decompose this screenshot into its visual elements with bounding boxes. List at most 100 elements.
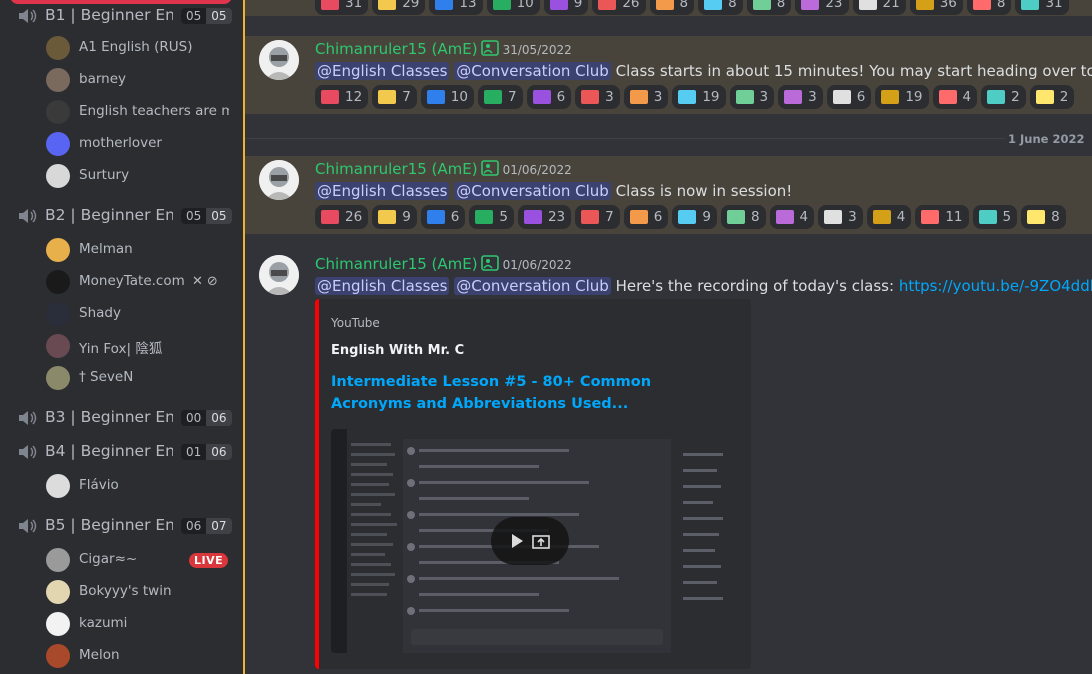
role-mention[interactable]: @Conversation Club [454, 182, 611, 200]
speaker-icon [19, 411, 37, 425]
reaction-chip[interactable]: 26 [315, 205, 369, 229]
member-name: motherlover [79, 135, 162, 151]
voice-member[interactable]: Surtury [46, 160, 238, 192]
reaction-chip[interactable]: 7 [477, 85, 523, 109]
play-button[interactable] [491, 517, 569, 565]
voice-member[interactable]: Cigar≈~ LIVE [46, 544, 238, 576]
reaction-chip[interactable]: 9 [372, 205, 417, 229]
voice-channel-name: B3 | Beginner En... [45, 408, 173, 426]
voice-member[interactable]: A1 English (RUS) [46, 32, 238, 64]
reaction-chip[interactable]: 9 [672, 205, 717, 229]
reaction-chip[interactable]: 3 [575, 85, 620, 109]
reaction-chip[interactable]: 6 [826, 85, 872, 109]
reaction-chip[interactable]: 10 [486, 0, 540, 15]
reaction-emoji-icon [629, 90, 648, 104]
reaction-chip[interactable]: 8 [1021, 205, 1066, 229]
voice-channel-b2[interactable]: B2 | Beginner En... 0505 [0, 200, 243, 232]
reaction-chip[interactable]: 8 [720, 205, 766, 229]
role-icon [480, 160, 499, 176]
reaction-chip[interactable]: 2 [981, 85, 1026, 109]
role-mention[interactable]: @Conversation Club [454, 62, 611, 80]
reaction-chip[interactable]: 9 [543, 0, 589, 15]
voice-channel-b5[interactable]: B5 | Beginner En... 0607 [0, 510, 243, 542]
reaction-chip[interactable]: 8 [966, 0, 1012, 15]
voice-member[interactable]: MoneyTate.com ✕⊘ [46, 266, 238, 298]
reaction-chip[interactable]: 3 [778, 85, 823, 109]
reaction-count: 7 [402, 89, 411, 105]
reaction-emoji-icon [858, 0, 877, 10]
message-author[interactable]: Chimanruler15 (AmE) 01/06/2022 [315, 255, 572, 273]
reaction-chip[interactable]: 4 [769, 205, 815, 229]
reaction-chip[interactable]: 7 [575, 205, 620, 229]
reaction-chip[interactable]: 13 [429, 0, 483, 15]
role-mention[interactable]: @English Classes [315, 62, 450, 80]
voice-member[interactable]: Melman [46, 234, 238, 266]
reaction-chip[interactable]: 3 [623, 85, 669, 109]
reaction-chip[interactable]: 6 [623, 205, 669, 229]
voice-member[interactable]: Melon [46, 640, 238, 672]
role-mention[interactable]: @Conversation Club [454, 277, 611, 295]
reaction-chip[interactable]: 31 [1015, 0, 1069, 15]
embed-author[interactable]: English With Mr. C [331, 343, 464, 358]
user-count-badge: 05 05 [181, 8, 232, 24]
reaction-chip[interactable]: 4 [866, 205, 912, 229]
voice-member[interactable]: Bokyyy's twin [46, 576, 238, 608]
reaction-chip[interactable]: 10 [420, 85, 474, 109]
user-avatar[interactable] [259, 255, 299, 295]
reaction-chip[interactable]: 26 [592, 0, 646, 15]
user-avatar[interactable] [259, 40, 299, 80]
reaction-chip[interactable]: 8 [746, 0, 792, 15]
voice-channel-b1[interactable]: B1 | Beginner En... 0505 [0, 0, 243, 32]
video-thumbnail[interactable] [331, 429, 731, 653]
role-mention[interactable]: @English Classes [315, 277, 450, 295]
voice-member[interactable]: motherlover [46, 128, 238, 160]
reaction-count: 29 [402, 0, 420, 11]
voice-member[interactable]: barney [46, 64, 238, 96]
reaction-chip[interactable]: 8 [649, 0, 695, 15]
reaction-emoji-icon [775, 210, 794, 224]
reaction-chip[interactable]: 12 [315, 85, 369, 109]
reaction-emoji-icon [987, 90, 1006, 104]
voice-channel-b4[interactable]: B4 | Beginner En... 0106 [0, 436, 243, 468]
embed-provider[interactable]: YouTube [331, 316, 380, 330]
reaction-count: 12 [345, 89, 363, 105]
reaction-chip[interactable]: 2 [1029, 85, 1075, 109]
reaction-chip[interactable]: 8 [698, 0, 743, 15]
reaction-chip[interactable]: 3 [729, 85, 775, 109]
reaction-chip[interactable]: 5 [469, 205, 514, 229]
reaction-count: 21 [882, 0, 900, 11]
youtube-link[interactable]: https://youtu.be/-9ZO4ddbY2c [899, 277, 1092, 295]
message-author[interactable]: Chimanruler15 (AmE) 01/06/2022 [315, 160, 572, 178]
reaction-chip[interactable]: 11 [915, 205, 969, 229]
reaction-chip[interactable]: 4 [932, 85, 978, 109]
voice-channel-b3[interactable]: B3 | Beginner En... 0006 [0, 402, 243, 434]
reaction-chip[interactable]: 19 [672, 85, 726, 109]
reaction-chip[interactable]: 23 [517, 205, 572, 229]
reaction-chip[interactable]: 31 [315, 0, 369, 15]
reaction-chip[interactable]: 6 [420, 205, 466, 229]
reaction-chip[interactable]: 5 [972, 205, 1018, 229]
voice-member[interactable]: kazumi [46, 608, 238, 640]
reaction-chip[interactable]: 23 [795, 0, 849, 15]
reaction-emoji-icon [475, 210, 494, 224]
reaction-chip[interactable]: 19 [875, 85, 929, 109]
reaction-chip[interactable]: 3 [818, 205, 863, 229]
voice-member[interactable]: Flávio [46, 470, 238, 502]
message-content: @English Classes @Conversation Club Clas… [315, 62, 1092, 80]
role-mention[interactable]: @English Classes [315, 182, 450, 200]
user-avatar[interactable] [259, 160, 299, 200]
embed-title-link[interactable]: Intermediate Lesson #5 - 80+ Common Acro… [331, 371, 721, 415]
message-author[interactable]: Chimanruler15 (AmE) 31/05/2022 [315, 40, 572, 58]
reaction-chip[interactable]: 6 [526, 85, 572, 109]
reaction-count: 8 [750, 209, 760, 225]
voice-member[interactable]: English teachers are me... [46, 96, 238, 128]
voice-member[interactable]: † SeveN [46, 362, 238, 394]
reaction-chip[interactable]: 29 [372, 0, 426, 15]
reaction-chip[interactable]: 36 [909, 0, 963, 15]
reaction-chip[interactable]: 7 [372, 85, 417, 109]
voice-member[interactable]: Shady [46, 298, 238, 330]
reaction-emoji-icon [378, 0, 397, 10]
reaction-chip[interactable]: 21 [852, 0, 906, 15]
voice-member[interactable]: Yin Fox| 陰狐 [46, 330, 238, 362]
play-icon [512, 534, 523, 548]
